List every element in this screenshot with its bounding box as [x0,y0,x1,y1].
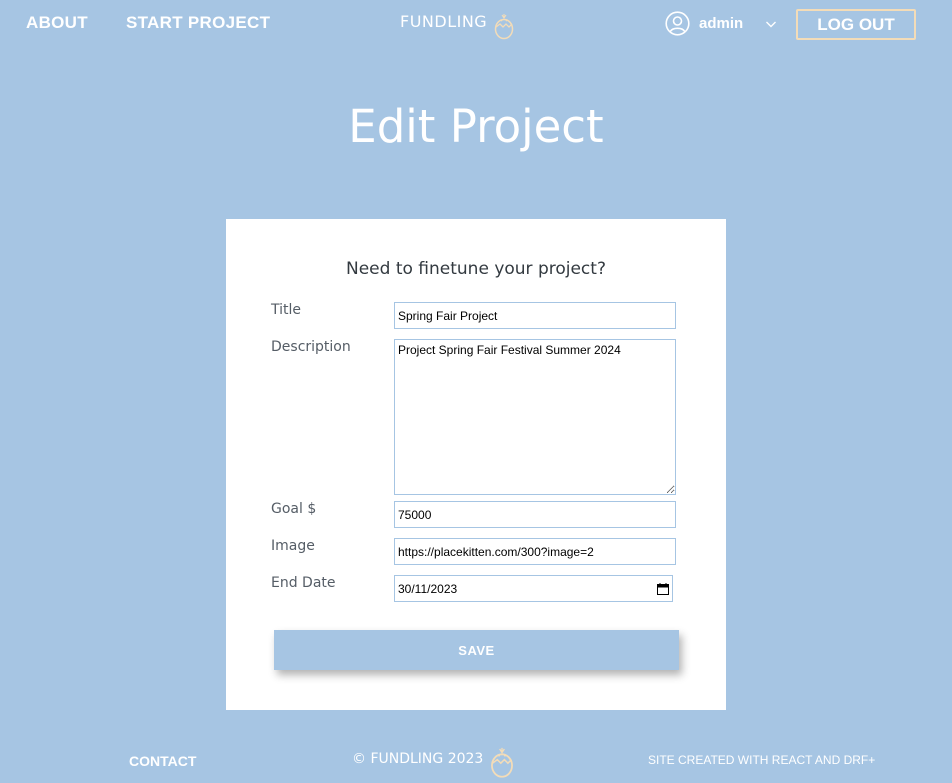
copyright-text: © FUNDLING 2023 [352,751,484,767]
brand-name: FUNDLING [400,12,488,31]
goal-input[interactable] [394,501,676,528]
image-label: Image [271,538,315,554]
brand-logo[interactable]: FUNDLING [400,12,515,40]
title-label: Title [271,302,302,318]
goal-label: Goal $ [271,501,317,517]
user-icon [665,11,690,36]
form-subtitle: Need to finetune your project? [346,259,606,279]
edit-project-form: Need to finetune your project? Title Des… [226,219,726,710]
user-menu[interactable]: admin [665,11,777,36]
nav-start-project-link[interactable]: START PROJECT [126,13,270,33]
page-title: Edit Project [348,100,604,153]
username-label: admin [699,15,744,32]
chevron-down-icon[interactable] [765,18,777,30]
footer-copyright: © FUNDLING 2023 [352,745,515,779]
save-button[interactable]: SAVE [274,630,679,670]
description-label: Description [271,339,351,355]
egg-icon [491,747,514,778]
footer-credit: SITE CREATED WITH REACT AND DRF+ [648,753,876,767]
end-date-input[interactable]: 30/11/2023 [394,575,673,602]
title-input[interactable] [394,302,676,329]
image-url-input[interactable] [394,538,676,565]
description-textarea[interactable]: Project Spring Fair Festival Summer 2024 [394,339,676,495]
end-date-value: 30/11/2023 [398,581,458,596]
nav-about-link[interactable]: ABOUT [26,13,88,33]
end-date-label: End Date [271,575,336,591]
footer-contact-link[interactable]: CONTACT [129,753,196,769]
logout-button[interactable]: LOG OUT [796,9,916,40]
calendar-icon[interactable] [657,582,669,595]
egg-icon [494,14,514,40]
